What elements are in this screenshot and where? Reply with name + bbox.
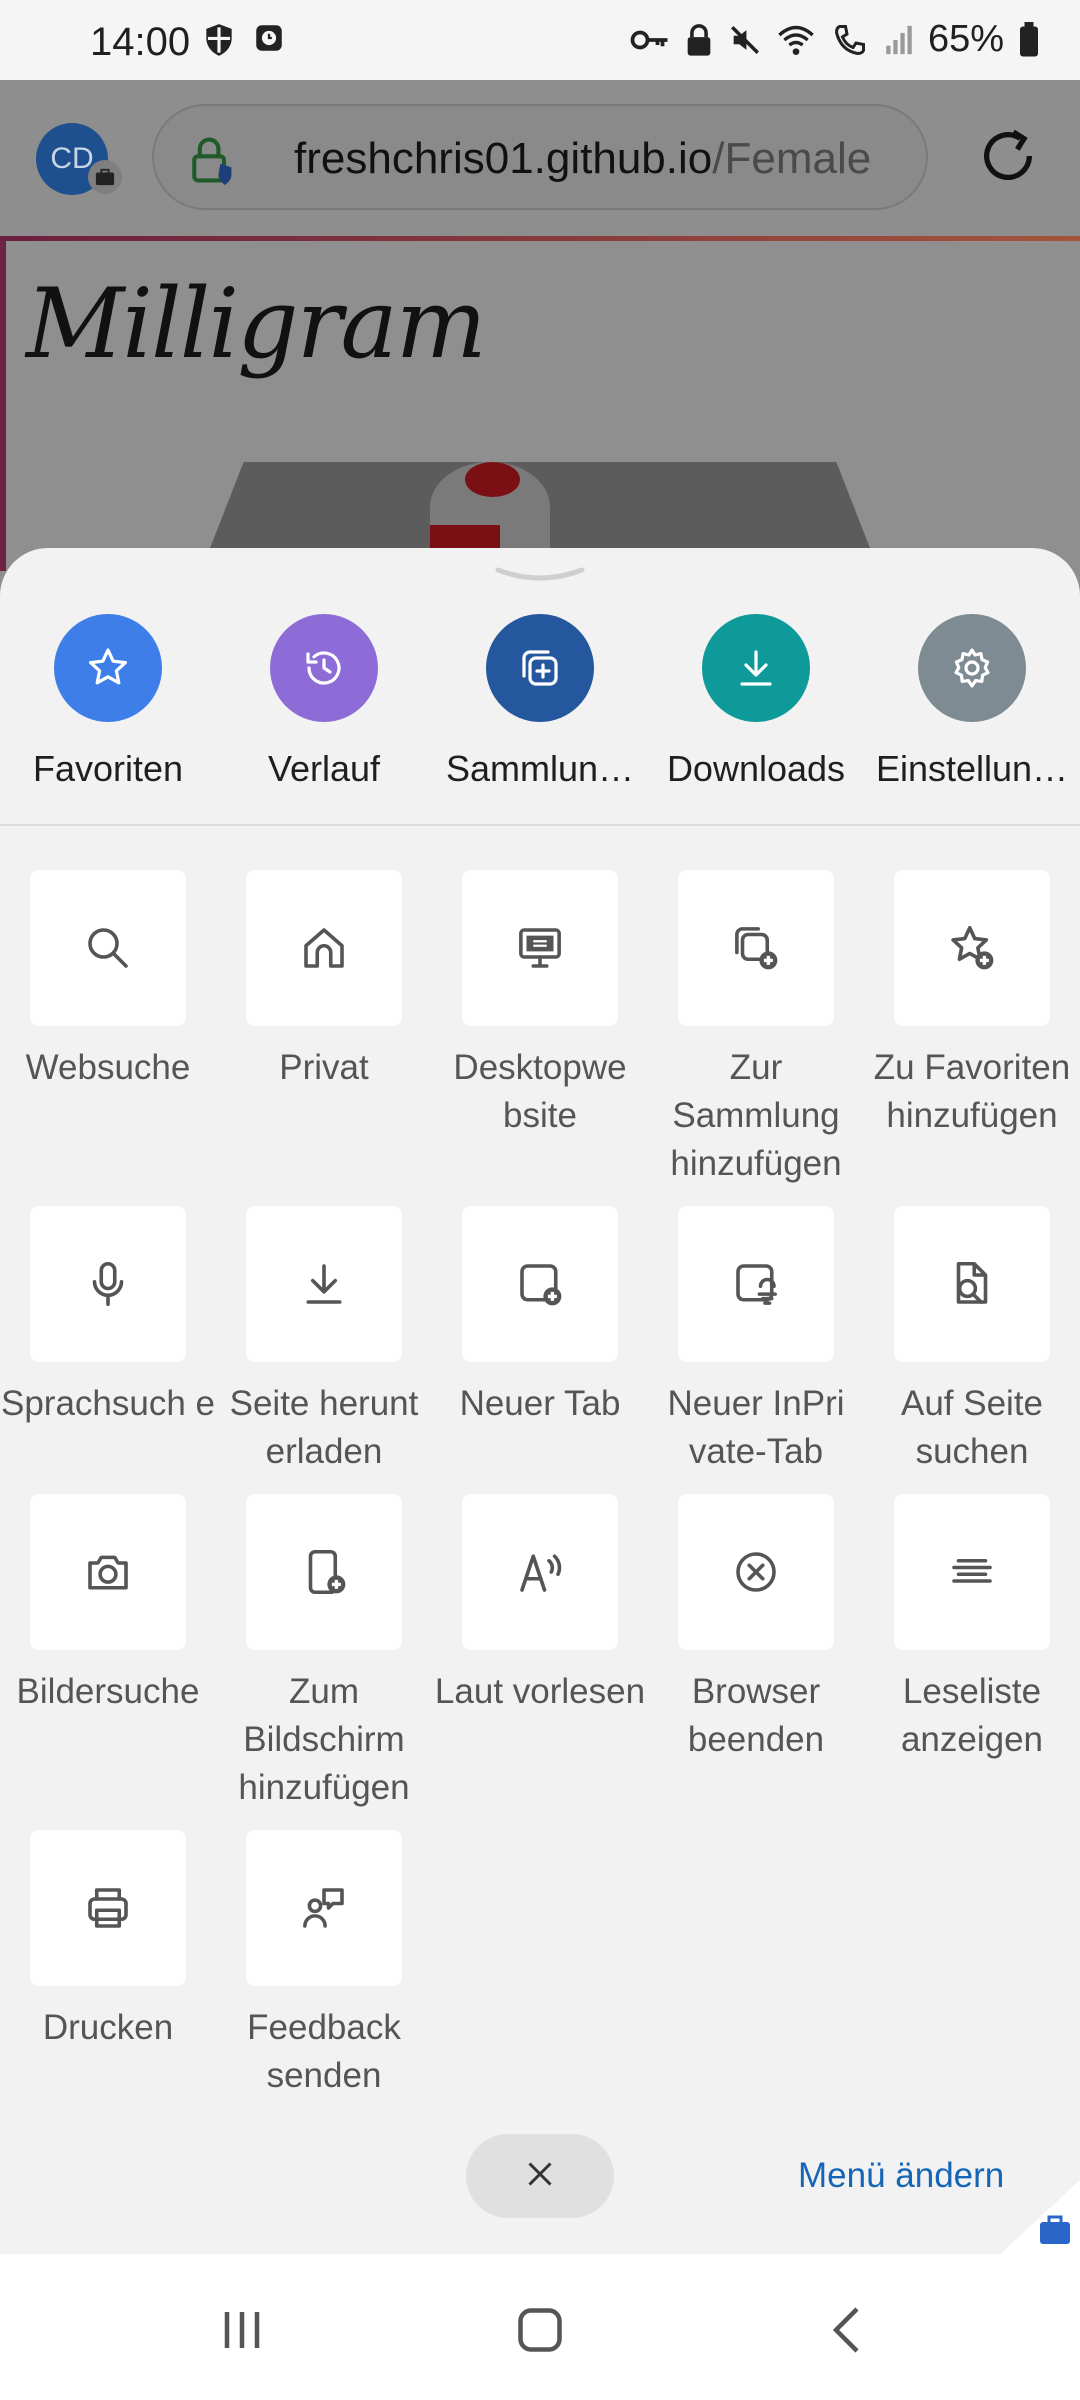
reload-icon[interactable] [976, 124, 1040, 193]
menu-grid-label: Auf Seite suchen [900, 1384, 1044, 1471]
top-menu-label: Verlauf [267, 748, 381, 789]
key-icon [630, 25, 670, 55]
gear-icon [918, 614, 1026, 722]
menu-grid-label: Desktopwe bsite [453, 1048, 627, 1135]
signal-icon [884, 23, 914, 57]
secure-lock-icon [188, 134, 234, 191]
clock-app-icon [252, 20, 286, 70]
mute-icon [728, 23, 762, 57]
menu-grid-item[interactable]: Drucken [0, 1830, 216, 2052]
menu-grid-item[interactable]: Feedback senden [216, 1830, 432, 2100]
print-icon [30, 1830, 186, 1986]
top-menu-label: Downloads [666, 748, 846, 789]
find-on-page-icon [894, 1206, 1050, 1362]
site-logo: Milligram [26, 268, 487, 380]
battery-percent: 65% [927, 18, 1004, 60]
avatar-initials: CD [50, 142, 94, 175]
status-bar: 14:00 65% [0, 0, 1080, 80]
menu-grid-item[interactable]: Seite herunt erladen [216, 1206, 432, 1476]
page-border [0, 241, 6, 571]
menu-grid-label: Browser beenden [687, 1672, 825, 1759]
menu-grid-item[interactable]: Zu Favoriten hinzufügen [864, 870, 1080, 1140]
battery-icon [1018, 21, 1040, 58]
menu-grid-item[interactable]: Desktopwe bsite [432, 870, 648, 1140]
work-badge-icon [88, 160, 122, 194]
menu-grid-label: Bildersuche [16, 1672, 200, 1711]
reading-list-icon [894, 1494, 1050, 1650]
menu-divider [0, 824, 1080, 826]
star-icon [54, 614, 162, 722]
url-host: freshchris01.github.io [294, 134, 713, 183]
top-menu-item[interactable]: Favoriten [0, 614, 216, 790]
desktop-icon [462, 870, 618, 1026]
history-icon [270, 614, 378, 722]
microphone-icon [30, 1206, 186, 1362]
menu-grid-item[interactable]: Auf Seite suchen [864, 1206, 1080, 1476]
camera-icon [30, 1494, 186, 1650]
menu-grid-item[interactable]: Leseliste anzeigen [864, 1494, 1080, 1764]
menu-grid-item[interactable]: Zur Sammlung hinzufügen [648, 870, 864, 1188]
hero-pompom [465, 462, 520, 497]
top-menu-item[interactable]: Einstellun… [864, 614, 1080, 790]
add-to-collection-icon [678, 870, 834, 1026]
menu-grid-item[interactable]: Zum Bildschirm hinzufügen [216, 1494, 432, 1812]
menu-grid-label: Leseliste anzeigen [900, 1672, 1044, 1759]
menu-grid-item[interactable]: Websuche [0, 870, 216, 1092]
top-menu-item[interactable]: Sammlun… [432, 614, 648, 790]
search-icon [30, 870, 186, 1026]
address-bar[interactable]: freshchris01.github.io/Female [152, 104, 928, 210]
menu-grid-label: Websuche [25, 1048, 191, 1087]
menu-grid-label: Drucken [42, 2008, 174, 2047]
menu-grid-item[interactable]: Neuer Tab [432, 1206, 648, 1428]
home-icon [246, 870, 402, 1026]
top-menu-item[interactable]: Verlauf [216, 614, 432, 790]
menu-grid-label: Privat [279, 1048, 369, 1087]
menu-grid-item[interactable]: Bildersuche [0, 1494, 216, 1716]
menu-grid-label: Neuer InPri vate-Tab [667, 1384, 845, 1471]
menu-grid-label: Neuer Tab [459, 1384, 621, 1423]
feedback-icon [246, 1830, 402, 1986]
collections-icon [486, 614, 594, 722]
menu-grid-item[interactable]: Neuer InPri vate-Tab [648, 1206, 864, 1476]
menu-grid-item[interactable]: Privat [216, 870, 432, 1092]
back-icon[interactable] [818, 2300, 878, 2365]
menu-grid-label: Seite herunt erladen [229, 1384, 419, 1471]
menu-grid-item[interactable]: Laut vorlesen [432, 1494, 648, 1716]
top-menu-item[interactable]: Downloads [648, 614, 864, 790]
menu-grid-label: Zu Favoriten hinzufügen [873, 1048, 1071, 1135]
status-time: 14:00 [90, 20, 191, 64]
add-to-home-icon [246, 1494, 402, 1650]
wifi-icon [776, 23, 816, 57]
call-icon [830, 22, 870, 58]
menu-grid-item[interactable]: Browser beenden [648, 1494, 864, 1764]
close-menu-button[interactable] [466, 2134, 614, 2218]
top-menu-label: Favoriten [32, 748, 184, 789]
top-menu-label: Sammlun… [445, 748, 635, 789]
menu-grid-label: Laut vorlesen [434, 1672, 646, 1711]
recent-apps-icon[interactable] [212, 2300, 272, 2365]
menu-grid-item[interactable]: Sprachsuch e [0, 1206, 216, 1428]
menu-grid-label: Sprachsuch e [0, 1384, 216, 1423]
download-page-icon [246, 1206, 402, 1362]
shield-icon [200, 20, 238, 70]
menu-grid-label: Zur Sammlung hinzufügen [670, 1048, 842, 1183]
read-aloud-icon [462, 1494, 618, 1650]
menu-change-link[interactable]: Menü ändern [798, 2156, 1004, 2196]
download-icon [702, 614, 810, 722]
top-menu-label: Einstellun… [875, 748, 1069, 789]
home-button-icon[interactable] [510, 2300, 570, 2365]
menu-grid-label: Zum Bildschirm hinzufügen [238, 1672, 410, 1807]
lock-icon [684, 23, 714, 57]
add-favorite-icon [894, 870, 1050, 1026]
menu-grid-label: Feedback senden [247, 2008, 401, 2095]
url-path: /Female [712, 134, 872, 183]
work-profile-badge-icon [1000, 2180, 1080, 2254]
close-icon [522, 2156, 558, 2197]
sheet-handle-icon[interactable] [494, 566, 586, 582]
inprivate-tab-icon [678, 1206, 834, 1362]
new-tab-icon [462, 1206, 618, 1362]
url-text[interactable]: freshchris01.github.io/Female [294, 134, 871, 184]
close-circle-icon [678, 1494, 834, 1650]
